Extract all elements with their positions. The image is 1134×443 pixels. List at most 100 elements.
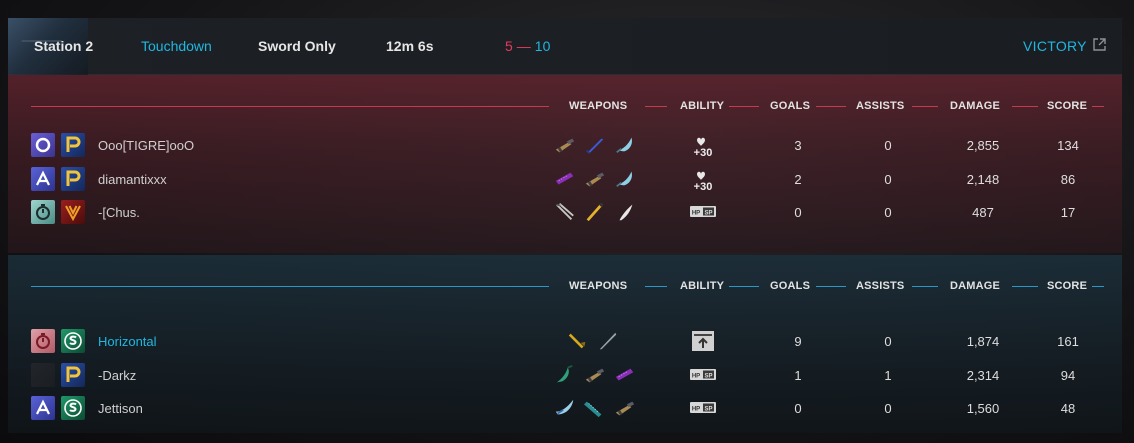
svg-text:SP: SP xyxy=(704,211,712,217)
blue-column-headers: WEAPONS ABILITY GOALS ASSISTS DAMAGE SCO… xyxy=(8,278,1122,294)
player-name[interactable]: Ooo[TIGRE]ooO xyxy=(98,138,194,153)
red-column-headers: WEAPONS ABILITY GOALS ASSISTS DAMAGE SCO… xyxy=(8,98,1122,114)
svg-text:+30: +30 xyxy=(694,181,713,193)
player-name[interactable]: diamantixxx xyxy=(98,172,167,187)
gun-weapon-icon xyxy=(613,397,637,419)
blue-sword-weapon-icon xyxy=(583,134,607,156)
stat-damage: 2,855 xyxy=(966,138,1000,153)
green-s-emblem-icon xyxy=(61,396,85,420)
game-mode[interactable]: Touchdown xyxy=(141,38,212,54)
red-score: 5 xyxy=(505,38,513,54)
stat-assists: 0 xyxy=(884,205,892,220)
stat-score: 48 xyxy=(1060,401,1076,416)
player-name[interactable]: -[Chus. xyxy=(98,205,140,220)
col-score: SCORE xyxy=(1047,280,1088,292)
external-link-icon[interactable] xyxy=(1093,38,1106,51)
hp-sp-icon: HP SP xyxy=(688,361,718,389)
svg-text:HP: HP xyxy=(692,211,700,217)
red-stopwatch-emblem-icon xyxy=(31,329,55,353)
stat-goals: 2 xyxy=(794,171,802,187)
gold-p-emblem-icon xyxy=(61,362,85,387)
player-row[interactable]: -Darkz HP SP 1 1 2,314 94 xyxy=(8,361,1122,389)
svg-text:SP: SP xyxy=(704,373,712,379)
gold-p-emblem-icon xyxy=(61,133,85,157)
red-v-emblem-icon xyxy=(61,200,85,224)
col-goals: GOALS xyxy=(770,280,811,292)
weapon-loadout xyxy=(553,198,643,226)
blue-a-emblem-icon xyxy=(31,166,55,191)
player-row[interactable]: diamantixxx +30 2 0 2,148 86 xyxy=(8,165,1122,193)
match-score: 5—10 xyxy=(505,38,550,54)
stat-damage: 2,314 xyxy=(966,367,1000,383)
teal-blaster-weapon-icon xyxy=(583,397,607,419)
stat-assists: 0 xyxy=(884,138,892,153)
player-row[interactable]: Ooo[TIGRE]ooO +30 3 0 2,855 134 xyxy=(8,131,1122,159)
stat-damage: 2,148 xyxy=(966,171,1000,187)
blue-wing-weapon-icon xyxy=(553,397,577,419)
stat-goals: 0 xyxy=(794,401,802,416)
stopwatch-emblem-icon xyxy=(31,200,55,224)
player-row[interactable]: -[Chus. HP SP 0 0 487 17 xyxy=(8,198,1122,226)
stat-score: 17 xyxy=(1060,205,1076,220)
ring-emblem-icon xyxy=(31,133,55,157)
svg-text:+30: +30 xyxy=(694,147,713,159)
stat-assists: 0 xyxy=(884,334,892,349)
weapon-loadout xyxy=(553,361,643,389)
col-assists: ASSISTS xyxy=(856,100,905,112)
map-name: Station 2 xyxy=(34,38,94,54)
weapon-loadout xyxy=(553,394,643,422)
stat-score: 134 xyxy=(1057,138,1079,153)
heal-plus-30-icon: +30 xyxy=(688,165,718,193)
empty-emblem-icon xyxy=(31,362,55,387)
axe-weapon-icon xyxy=(613,168,637,190)
player-row[interactable]: Jettison HP SP 0 0 1,560 48 xyxy=(8,394,1122,422)
weapon-loadout xyxy=(553,165,643,193)
stat-score: 161 xyxy=(1057,334,1079,349)
green-s-emblem-icon xyxy=(61,329,85,353)
green-blade-weapon-icon xyxy=(553,364,577,386)
gold-staff-weapon-icon xyxy=(583,201,607,223)
stat-goals: 3 xyxy=(794,138,802,153)
blue-score: 10 xyxy=(534,38,551,54)
col-damage: DAMAGE xyxy=(950,280,1001,292)
stat-damage: 1,560 xyxy=(966,401,1000,416)
stat-goals: 0 xyxy=(794,205,802,220)
hp-sp-icon: HP SP xyxy=(688,198,718,226)
weapon-loadout xyxy=(553,131,643,159)
score-separator: — xyxy=(516,38,531,54)
player-name[interactable]: Jettison xyxy=(98,401,143,416)
upload-box-icon xyxy=(688,327,718,355)
player-name[interactable]: -Darkz xyxy=(98,368,136,383)
grey-blade-weapon-icon xyxy=(596,330,620,352)
gold-p-emblem-icon xyxy=(61,166,85,191)
col-score: SCORE xyxy=(1047,100,1088,112)
col-damage: DAMAGE xyxy=(950,100,1001,112)
stat-damage: 1,874 xyxy=(966,334,1000,349)
player-name[interactable]: Horizontal xyxy=(98,334,157,349)
axe-weapon-icon xyxy=(613,134,637,156)
red-team-section: WEAPONS ABILITY GOALS ASSISTS DAMAGE SCO… xyxy=(8,75,1122,253)
stat-goals: 1 xyxy=(794,367,802,383)
col-ability: ABILITY xyxy=(680,100,725,112)
gun-weapon-icon xyxy=(553,134,577,156)
stat-assists: 1 xyxy=(884,367,892,383)
match-panel: Station 2 Touchdown Sword Only 12m 6s 5—… xyxy=(8,18,1122,433)
svg-text:HP: HP xyxy=(692,373,700,379)
scissor-blade-weapon-icon xyxy=(553,201,577,223)
svg-text:SP: SP xyxy=(704,407,712,413)
white-blade-weapon-icon xyxy=(613,201,637,223)
heal-plus-30-icon: +30 xyxy=(688,131,718,159)
match-header: Station 2 Touchdown Sword Only 12m 6s 5—… xyxy=(8,18,1122,75)
blue-a-emblem-icon xyxy=(31,396,55,420)
match-result[interactable]: VICTORY xyxy=(1023,38,1087,54)
player-row[interactable]: Horizontal 9 0 1,874 161 xyxy=(8,327,1122,355)
purple-blaster-weapon-icon xyxy=(613,364,637,386)
col-goals: GOALS xyxy=(770,100,811,112)
col-ability: ABILITY xyxy=(680,280,725,292)
col-assists: ASSISTS xyxy=(856,280,905,292)
match-rule: Sword Only xyxy=(258,38,336,54)
stat-assists: 0 xyxy=(884,171,892,187)
blue-team-section: WEAPONS ABILITY GOALS ASSISTS DAMAGE SCO… xyxy=(8,255,1122,433)
hp-sp-icon: HP SP xyxy=(688,394,718,422)
stat-score: 86 xyxy=(1060,171,1076,187)
